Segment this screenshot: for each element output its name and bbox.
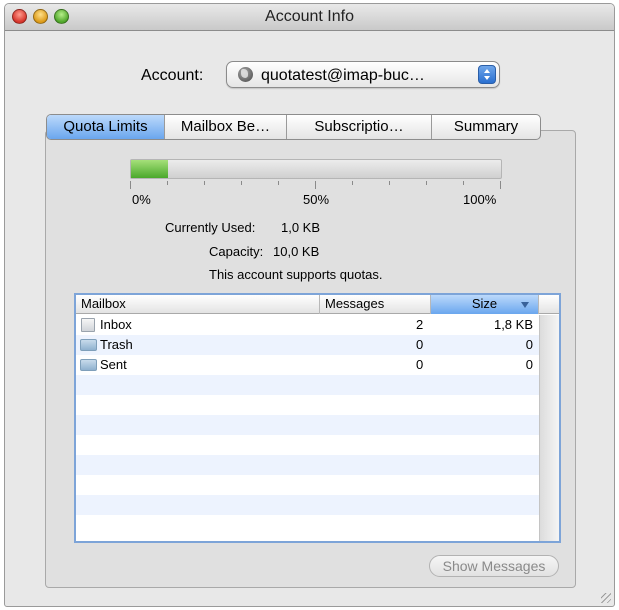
gauge-tick [167, 181, 168, 185]
folder-icon [80, 359, 97, 371]
resize-grip[interactable] [601, 593, 611, 603]
window-title: Account Info [265, 8, 354, 25]
gauge-label-max: 100% [463, 192, 497, 207]
table-row-sent[interactable]: Sent 0 0 [76, 355, 539, 375]
gauge-tick [241, 181, 242, 185]
row-size: 0 [525, 337, 533, 352]
row-mailbox-name: Inbox [100, 317, 132, 332]
account-info-window: Account Info Account: quotatest@imap-buc… [4, 3, 615, 607]
quota-gauge [130, 159, 502, 179]
gauge-tick [500, 181, 501, 189]
account-row: Account: quotatest@imap-buc… [5, 61, 614, 91]
tab-mailbox-behaviors[interactable]: Mailbox Be… [165, 115, 287, 139]
mailbox-table[interactable]: Mailbox Messages Size Inbox 2 1,8 KB Tra… [74, 293, 561, 543]
row-mailbox-name: Sent [100, 357, 127, 372]
table-row-inbox[interactable]: Inbox 2 1,8 KB [76, 315, 539, 335]
column-header-messages[interactable]: Messages [320, 295, 431, 314]
globe-icon [238, 67, 253, 82]
table-row-trash[interactable]: Trash 0 0 [76, 335, 539, 355]
tab-summary[interactable]: Summary [432, 115, 540, 139]
popup-arrows-icon [478, 65, 496, 84]
empty-row [76, 435, 539, 455]
empty-row [76, 395, 539, 415]
table-header: Mailbox Messages Size [76, 295, 559, 314]
tab-subscriptions[interactable]: Subscriptio… [287, 115, 432, 139]
quota-support-text: This account supports quotas. [209, 267, 383, 282]
file-icon [81, 318, 95, 332]
gauge-tick [352, 181, 353, 185]
gauge-tick [315, 181, 316, 189]
sort-descending-icon [521, 302, 529, 308]
column-header-size-label: Size [471, 296, 498, 311]
capacity-label: Capacity: [209, 244, 264, 259]
account-popup-button[interactable]: quotatest@imap-buc… [226, 61, 500, 88]
column-header-mailbox[interactable]: Mailbox [76, 295, 320, 314]
currently-used-label: Currently Used: [165, 220, 256, 235]
show-messages-button[interactable]: Show Messages [429, 555, 559, 577]
empty-row [76, 375, 539, 395]
row-mailbox-name: Trash [100, 337, 133, 352]
row-messages: 0 [416, 337, 424, 352]
currently-used-value: 1,0 KB [281, 220, 321, 235]
row-size: 0 [525, 357, 533, 372]
empty-row [76, 455, 539, 475]
empty-row [76, 515, 539, 535]
gauge-label-min: 0% [132, 192, 151, 207]
gauge-tick [463, 181, 464, 185]
gauge-tick [204, 181, 205, 185]
gauge-tick [426, 181, 427, 185]
gauge-label-mid: 50% [303, 192, 330, 207]
empty-row [76, 475, 539, 495]
tab-bar: Quota Limits Mailbox Be… Subscriptio… Su… [46, 114, 541, 140]
row-messages: 2 [416, 317, 424, 332]
title-bar[interactable]: Account Info [5, 4, 614, 31]
row-size: 1,8 KB [493, 317, 533, 332]
table-rows: Inbox 2 1,8 KB Trash 0 0 Sent 0 0 [76, 315, 539, 535]
gauge-tick [278, 181, 279, 185]
column-header-size[interactable]: Size [431, 295, 539, 314]
quota-gauge-fill [131, 160, 168, 178]
account-popup-value: quotatest@imap-buc… [261, 67, 425, 84]
empty-row [76, 495, 539, 515]
empty-row [76, 415, 539, 435]
capacity-value: 10,0 KB [273, 244, 320, 259]
folder-icon [80, 339, 97, 351]
vertical-scrollbar[interactable] [539, 315, 559, 541]
tab-quota-limits[interactable]: Quota Limits [47, 115, 165, 139]
row-messages: 0 [416, 357, 424, 372]
gauge-tick [389, 181, 390, 185]
gauge-tick [130, 181, 131, 189]
account-label: Account: [141, 67, 204, 84]
gauge-ticks [130, 181, 502, 189]
